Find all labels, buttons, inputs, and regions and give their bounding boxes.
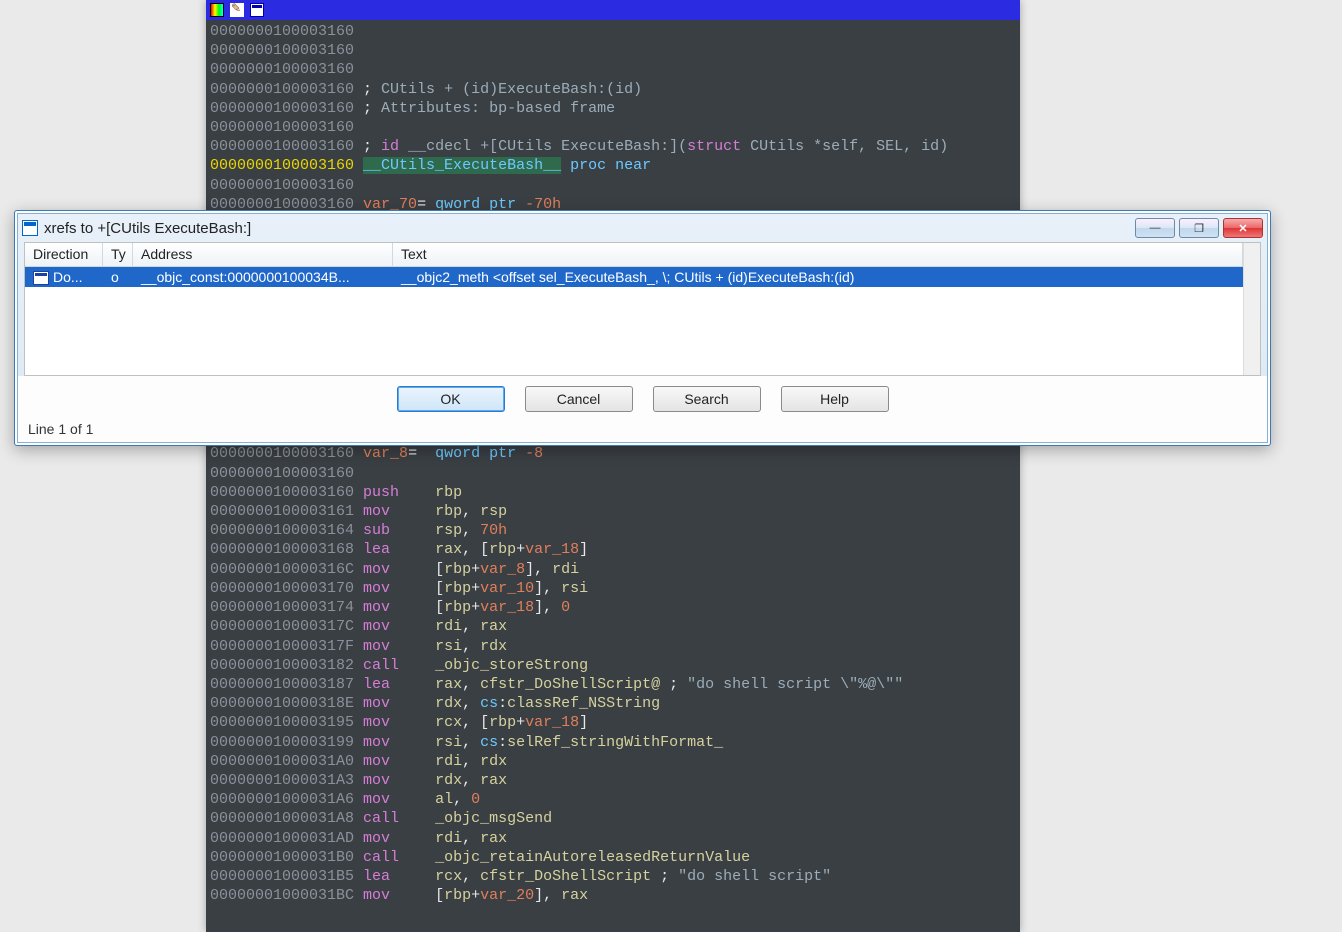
window-icon[interactable] [250, 3, 264, 17]
ok-button[interactable]: OK [397, 386, 505, 412]
disassembly-window: 0000000100003160000000010000316000000001… [206, 0, 1020, 932]
list-header[interactable]: Direction Ty Address Text [25, 243, 1243, 267]
row-icon [33, 271, 49, 285]
edit-icon[interactable] [230, 3, 244, 17]
dialog-status: Line 1 of 1 [18, 418, 1267, 442]
header-ty[interactable]: Ty [103, 243, 133, 266]
dialog-button-row: OK Cancel Search Help [18, 376, 1267, 418]
maximize-button[interactable]: ❐ [1179, 218, 1219, 238]
close-button[interactable]: ✕ [1223, 218, 1263, 238]
cell-address: __objc_const:0000000100034B... [133, 269, 393, 285]
xrefs-dialog: xrefs to +[CUtils ExecuteBash:] — ❐ ✕ Di… [14, 210, 1271, 446]
dialog-body: Direction Ty Address Text Do... o __objc… [24, 242, 1261, 376]
minimize-button[interactable]: — [1135, 218, 1175, 238]
vertical-scrollbar[interactable] [1243, 243, 1260, 375]
dialog-icon [22, 220, 38, 236]
header-address[interactable]: Address [133, 243, 393, 266]
header-text[interactable]: Text [393, 243, 1243, 266]
dialog-titlebar[interactable]: xrefs to +[CUtils ExecuteBash:] — ❐ ✕ [18, 214, 1267, 242]
list-empty-space[interactable] [25, 287, 1243, 375]
color-icon[interactable] [210, 3, 224, 17]
cell-text: __objc2_meth <offset sel_ExecuteBash_, \… [393, 269, 1243, 285]
help-button[interactable]: Help [781, 386, 889, 412]
disassembly-toolbar [206, 0, 1020, 20]
disassembly-listing[interactable]: 0000000100003160000000010000316000000001… [206, 20, 1020, 907]
dialog-title: xrefs to +[CUtils ExecuteBash:] [44, 220, 1135, 237]
cell-direction: Do... [25, 269, 103, 285]
cancel-button[interactable]: Cancel [525, 386, 633, 412]
cell-ty: o [103, 269, 133, 285]
list-row[interactable]: Do... o __objc_const:0000000100034B... _… [25, 267, 1243, 287]
header-direction[interactable]: Direction [25, 243, 103, 266]
search-button[interactable]: Search [653, 386, 761, 412]
